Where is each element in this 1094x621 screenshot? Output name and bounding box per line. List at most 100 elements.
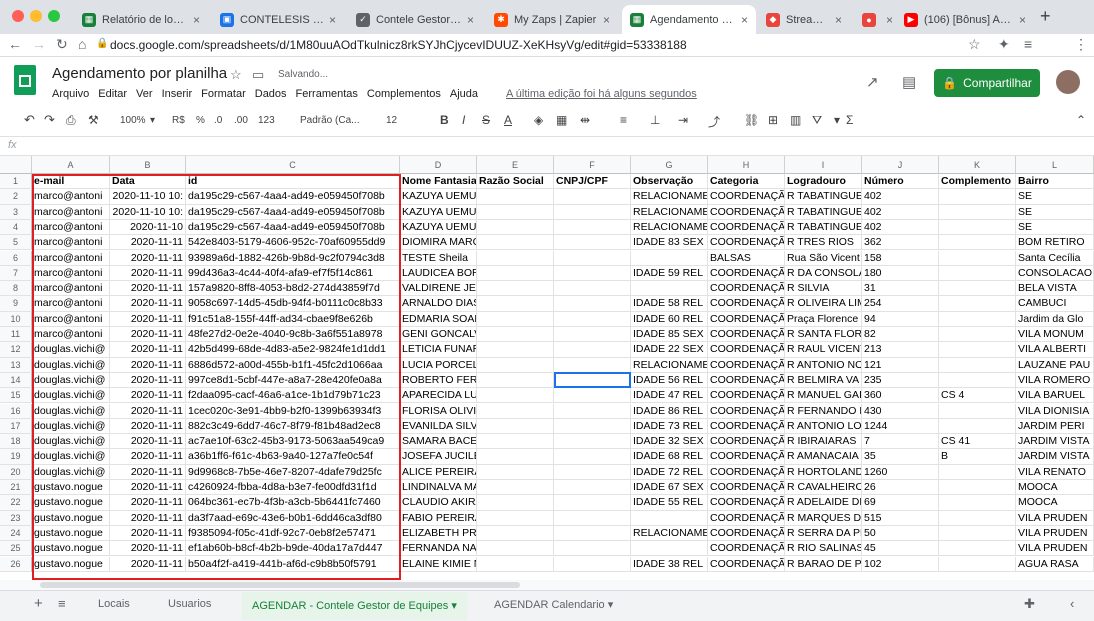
table-cell[interactable]: IDADE 73 REL [631,418,708,435]
table-cell[interactable] [939,281,1016,297]
table-cell[interactable] [477,357,554,373]
table-cell[interactable]: COORDENAÇÃ [708,265,785,282]
table-cell[interactable]: SE [1016,219,1094,236]
table-cell[interactable]: 402 [862,189,939,205]
table-cell[interactable]: 82 [862,327,939,343]
row-header[interactable]: 23 [0,510,32,526]
table-cell[interactable]: GENI GONCALVES TEBERGE [400,327,477,343]
table-cell[interactable]: IDADE 32 SEX [631,434,708,450]
table-cell[interactable] [477,525,554,542]
sheet-tab[interactable]: Usuarios [168,598,211,610]
scrollbar-thumb[interactable] [40,582,520,588]
currency-format-button[interactable]: R$ [172,115,185,126]
table-cell[interactable]: 48fe27d2-0e2e-4040-9c8b-3a6f551a8978 [186,327,400,343]
table-cell[interactable]: IDADE 38 REL [631,556,708,572]
table-cell[interactable] [554,189,631,205]
row-header[interactable]: 7 [0,265,32,282]
table-cell[interactable]: f91c51a8-155f-44ff-ad34-cbae9f8e626b [186,311,400,327]
menu-item[interactable]: Dados [255,88,287,100]
table-cell[interactable]: 7 [862,434,939,450]
menu-item[interactable]: Formatar [201,88,246,100]
row-header[interactable]: 9 [0,296,32,312]
chevron-down-icon[interactable]: ▾ [605,599,614,611]
selected-cell[interactable] [554,372,631,388]
sheet-tab[interactable]: AGENDAR Calendario ▾ [494,598,613,611]
table-cell[interactable]: marco@antoni [32,311,110,327]
table-cell[interactable] [939,510,1016,526]
table-cell[interactable] [477,388,554,404]
table-cell[interactable] [477,480,554,496]
back-icon[interactable]: ← [8,36,22,52]
table-cell[interactable] [631,281,708,297]
text-color-icon[interactable]: A [504,113,512,127]
table-cell[interactable] [939,372,1016,389]
header-cell[interactable]: Observação [631,174,708,190]
table-cell[interactable]: R MANUEL GAI [785,388,862,404]
table-cell[interactable] [554,342,631,358]
fill-color-icon[interactable]: ◈ [534,113,543,127]
row-header[interactable]: 26 [0,556,32,572]
table-cell[interactable]: RELACIONAME [631,204,708,220]
table-cell[interactable]: marco@antoni [32,250,110,266]
browser-tab[interactable]: ▶ (106) [Bônus] Auto × [896,5,1034,34]
table-cell[interactable] [477,434,554,450]
paint-format-icon[interactable]: ⚒ [88,113,99,127]
close-window-dot[interactable] [12,10,24,22]
table-cell[interactable] [554,357,631,373]
table-cell[interactable]: 2020-11-10 10: [110,189,186,205]
table-cell[interactable]: IDADE 83 SEX [631,235,708,251]
insert-link-icon[interactable]: ⛓ [744,113,759,127]
table-cell[interactable]: COORDENAÇÃ [708,342,785,358]
table-cell[interactable]: 1cec020c-3e91-4bb9-b2f0-1399b63934f3 [186,403,400,419]
column-header[interactable]: B [110,156,186,174]
chevron-down-icon[interactable]: ▾ [448,600,457,612]
table-cell[interactable] [477,372,554,389]
table-cell[interactable]: AGUA RASA [1016,556,1094,572]
table-cell[interactable]: BALSAS [708,250,785,266]
formula-bar[interactable]: fx [0,137,1094,156]
table-cell[interactable]: VILA RENATO [1016,464,1094,480]
extensions-icon[interactable]: ✦ [998,36,1010,53]
table-cell[interactable]: 2020-11-11 [110,388,186,404]
table-cell[interactable] [477,495,554,511]
more-formats-button[interactable]: 123 [258,115,275,126]
table-cell[interactable]: ALICE PEREIRA VIANA [400,464,477,480]
table-cell[interactable]: 2020-11-11 [110,281,186,297]
table-cell[interactable]: RELACIONAME [631,189,708,205]
share-button[interactable]: 🔒 Compartilhar [934,69,1040,97]
table-cell[interactable]: R FERNANDO P [785,403,862,419]
row-header[interactable]: 22 [0,495,32,511]
table-cell[interactable]: IDADE 55 REL [631,495,708,511]
table-cell[interactable]: 2020-11-11 [110,403,186,419]
table-cell[interactable] [939,418,1016,435]
sheet-tab[interactable]: Locais [98,598,130,610]
table-cell[interactable]: COORDENAÇÃ [708,434,785,450]
table-cell[interactable]: gustavo.nogue [32,510,110,526]
row-header[interactable]: 11 [0,327,32,343]
table-cell[interactable]: 2020-11-11 [110,357,186,373]
table-cell[interactable]: COORDENAÇÃ [708,449,785,465]
row-header[interactable]: 2 [0,189,32,205]
explore-icon[interactable]: ✚ [1024,596,1035,612]
table-cell[interactable]: VILA BARUEL [1016,388,1094,404]
table-cell[interactable]: 997ce8d1-5cbf-447e-a8a7-28e420fe0a8a [186,372,400,389]
browser-tab[interactable]: ▣ CONTELESIS SOLU × [212,5,344,34]
table-cell[interactable]: 360 [862,388,939,404]
table-cell[interactable] [554,418,631,435]
home-icon[interactable]: ⌂ [78,36,86,52]
table-cell[interactable]: 542e8403-5179-4606-952c-70af60955dd9 [186,235,400,251]
table-cell[interactable]: R HORTOLAND [785,464,862,480]
table-cell[interactable] [477,418,554,435]
table-cell[interactable] [939,219,1016,236]
table-cell[interactable] [939,296,1016,312]
row-header[interactable]: 21 [0,480,32,496]
collapse-toolbar-icon[interactable]: ⌃ [1076,113,1086,127]
print-icon[interactable]: ⎙ [66,113,76,128]
row-header[interactable]: 14 [0,372,32,389]
row-header[interactable]: 24 [0,525,32,542]
table-cell[interactable]: douglas.vichi@ [32,342,110,358]
table-cell[interactable]: marco@antoni [32,265,110,282]
table-cell[interactable]: R IBIRAIARAS [785,434,862,450]
select-all-corner[interactable] [0,156,32,174]
column-header[interactable]: H [708,156,785,174]
